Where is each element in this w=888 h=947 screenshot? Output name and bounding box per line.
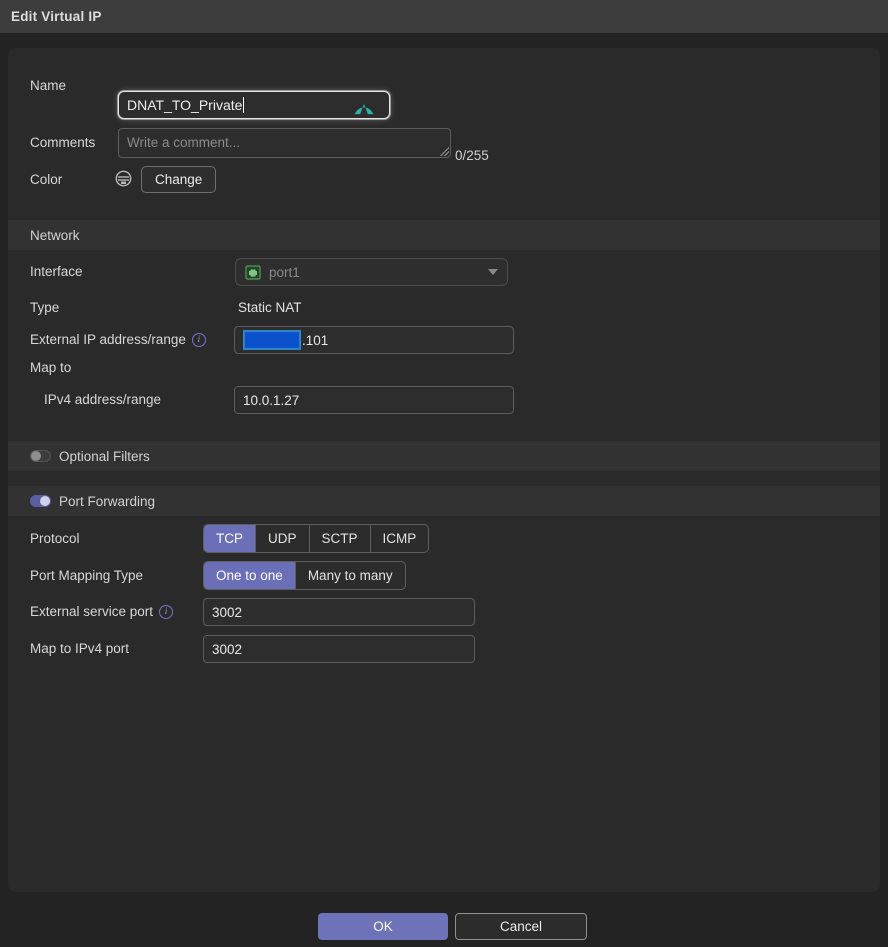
- type-label: Type: [30, 300, 60, 315]
- port-mapping-type-label: Port Mapping Type: [30, 568, 144, 583]
- name-value: DNAT_TO_Private: [127, 97, 243, 113]
- comments-input[interactable]: [118, 128, 451, 158]
- map-to-ipv4-port-input[interactable]: [203, 635, 475, 663]
- port-forwarding-label: Port Forwarding: [59, 493, 156, 509]
- optional-filters-section: Optional Filters: [8, 441, 880, 471]
- port-forwarding-section: Port Forwarding: [8, 486, 880, 516]
- interface-value: port1: [269, 264, 300, 280]
- ipv4-range-label: IPv4 address/range: [44, 392, 162, 407]
- redacted-ip-octets: [243, 330, 301, 350]
- palette-icon: [115, 170, 132, 187]
- external-service-port-label: External service port i: [30, 604, 174, 619]
- port-mapping-option-one-to-one[interactable]: One to one: [204, 562, 296, 589]
- resize-grip-icon[interactable]: [440, 147, 449, 156]
- protocol-segmented-control: TCP UDP SCTP ICMP: [203, 524, 430, 553]
- map-to-label: Map to: [30, 360, 72, 375]
- protocol-option-sctp[interactable]: SCTP: [310, 525, 371, 552]
- external-service-port-input[interactable]: [203, 598, 475, 626]
- port-mapping-option-many-to-many[interactable]: Many to many: [296, 562, 405, 589]
- color-change-button[interactable]: Change: [141, 166, 217, 193]
- name-label: Name: [30, 78, 67, 93]
- map-to-ipv4-port-label: Map to IPv4 port: [30, 641, 130, 656]
- ipv4-range-input[interactable]: [234, 386, 514, 414]
- port-forwarding-toggle[interactable]: [30, 495, 51, 507]
- protocol-option-tcp[interactable]: TCP: [204, 525, 256, 552]
- chevron-down-icon: [488, 269, 498, 275]
- protocol-label: Protocol: [30, 531, 80, 546]
- edit-virtual-ip-form: Name DNAT_TO_Private Comments 0/255 Colo…: [8, 48, 880, 892]
- protocol-option-udp[interactable]: UDP: [256, 525, 310, 552]
- comments-char-counter: 0/255: [455, 148, 489, 163]
- color-label: Color: [30, 172, 63, 187]
- external-ip-input[interactable]: .101: [234, 326, 514, 354]
- ok-button[interactable]: OK: [318, 913, 448, 940]
- info-icon[interactable]: i: [159, 604, 174, 619]
- text-cursor: [243, 97, 245, 113]
- network-section-title: Network: [30, 227, 80, 243]
- comments-label: Comments: [30, 135, 96, 150]
- external-ip-label: External IP address/range i: [30, 332, 206, 347]
- network-section-header: Network: [8, 220, 880, 250]
- interface-select[interactable]: port1: [235, 258, 508, 286]
- external-ip-suffix: .101: [302, 332, 329, 348]
- info-icon[interactable]: i: [191, 332, 206, 347]
- ethernet-port-icon: [245, 264, 261, 280]
- cancel-button[interactable]: Cancel: [455, 913, 587, 940]
- type-value: Static NAT: [238, 300, 302, 315]
- dialog-title: Edit Virtual IP: [11, 9, 102, 24]
- password-manager-icon[interactable]: [353, 96, 375, 116]
- protocol-option-icmp[interactable]: ICMP: [371, 525, 429, 552]
- comments-field-wrap: [118, 128, 451, 158]
- interface-label: Interface: [30, 264, 83, 279]
- dialog-titlebar: Edit Virtual IP: [0, 0, 888, 33]
- optional-filters-label: Optional Filters: [59, 448, 150, 464]
- toggle-knob: [31, 451, 41, 461]
- toggle-knob: [40, 496, 50, 506]
- name-input[interactable]: DNAT_TO_Private: [118, 91, 390, 119]
- port-mapping-segmented-control: One to one Many to many: [203, 561, 406, 590]
- optional-filters-toggle[interactable]: [30, 450, 51, 462]
